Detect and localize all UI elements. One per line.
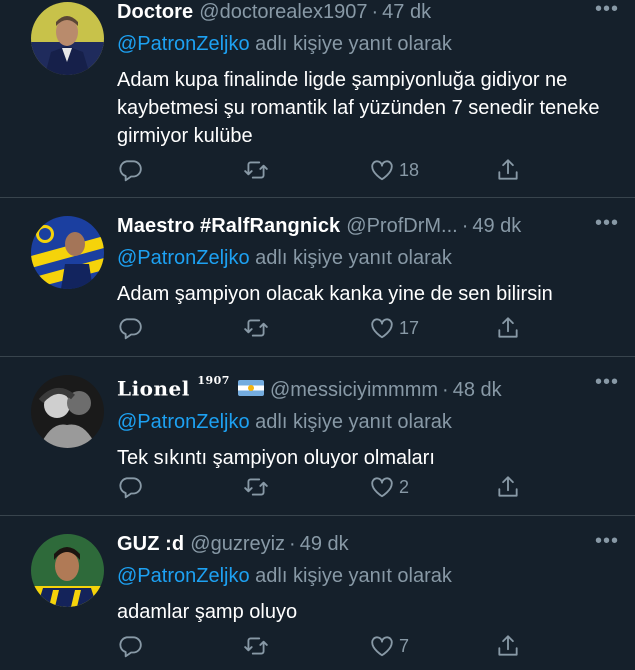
retweet-button[interactable] [243, 633, 269, 659]
timestamp[interactable]: 47 dk [382, 0, 431, 24]
like-button[interactable]: 17 [369, 315, 419, 341]
share-icon [498, 159, 518, 180]
tweet-text: adamlar şamp oluyo [117, 601, 298, 623]
reply-icon [119, 318, 142, 340]
display-name[interactable]: Doctore [117, 0, 193, 24]
reply-icon [119, 477, 142, 499]
share-button[interactable] [495, 633, 521, 659]
retweet-icon [244, 478, 268, 496]
share-button[interactable] [495, 474, 521, 500]
reply-context: @PatronZeljko adlı kişiye yanıt olarak [117, 410, 619, 434]
like-count: 17 [399, 317, 420, 338]
reply-context: @PatronZeljko adlı kişiye yanıt olarak [117, 246, 619, 270]
mention-link[interactable]: @PatronZeljko [117, 247, 250, 269]
reply-button[interactable] [117, 474, 143, 500]
retweet-button[interactable] [243, 315, 269, 341]
reply-button[interactable] [117, 157, 143, 183]
retweet-icon [244, 319, 268, 337]
share-icon [498, 317, 518, 338]
like-count: 2 [399, 476, 410, 497]
tweet-actions: 18 [117, 157, 537, 185]
display-name-superscript: 1907 [197, 374, 230, 387]
display-name[interactable]: GUZ :d [117, 532, 184, 556]
avatar[interactable] [31, 216, 104, 289]
tweet-actions: 7 [117, 633, 537, 661]
tweet-4[interactable]: GUZ :d @guzreyiz · 49 dk ••• @PatronZelj… [0, 516, 635, 670]
avatar[interactable] [31, 534, 104, 607]
tweet-header: Doctore @doctorealex1907 · 47 dk [117, 0, 619, 24]
mention-link[interactable]: @PatronZeljko [117, 33, 250, 55]
tweet-actions: 17 [117, 315, 537, 343]
tweet-header: Maestro #RalfRangnick @ProfDrM... · 49 d… [117, 214, 619, 238]
mention-link[interactable]: @PatronZeljko [117, 411, 250, 433]
share-icon [498, 476, 518, 497]
tweet-text: Adam şampiyon olacak kanka yine de sen b… [117, 283, 553, 305]
tweet-1[interactable]: Doctore @doctorealex1907 · 47 dk ••• @Pa… [0, 0, 635, 197]
heart-icon [371, 636, 393, 657]
tweet-actions: 2 [117, 474, 537, 502]
reply-button[interactable] [117, 633, 143, 659]
more-dots-icon[interactable]: ••• [595, 0, 619, 19]
more-dots-icon[interactable]: ••• [595, 213, 619, 233]
reply-context: @PatronZeljko adlı kişiye yanıt olarak [117, 564, 619, 588]
reply-button[interactable] [117, 315, 143, 341]
user-handle[interactable]: @ProfDrM... [346, 214, 457, 238]
like-count: 7 [399, 635, 410, 656]
reply-prefix: adlı kişiye yanıt olarak [255, 33, 452, 55]
display-name[interactable]: Maestro #RalfRangnick [117, 214, 340, 238]
reply-prefix: adlı kişiye yanıt olarak [255, 247, 452, 269]
separator: · [371, 1, 379, 23]
retweet-button[interactable] [243, 157, 269, 183]
timestamp[interactable]: 49 dk [300, 532, 349, 556]
tweet-text: Adam kupa finalinde ligde şampiyonluğa g… [117, 69, 600, 147]
tweet-3[interactable]: Lionel 1907 @messiciyimmmm · 48 dk ••• @… [0, 357, 635, 515]
like-button[interactable]: 7 [369, 633, 409, 659]
retweet-icon [244, 637, 268, 655]
heart-icon [371, 477, 393, 498]
separator: · [442, 378, 449, 401]
reply-context: @PatronZeljko adlı kişiye yanıt olarak [117, 32, 619, 56]
share-button[interactable] [495, 157, 521, 183]
like-count: 18 [399, 159, 420, 180]
tweet-header: GUZ :d @guzreyiz · 49 dk [117, 532, 619, 556]
retweet-button[interactable] [243, 474, 269, 500]
reply-prefix: adlı kişiye yanıt olarak [255, 565, 452, 587]
reply-icon [119, 636, 142, 658]
timestamp[interactable]: 49 dk [472, 214, 521, 238]
retweet-icon [244, 161, 268, 179]
separator: · [289, 533, 296, 555]
more-dots-icon[interactable]: ••• [595, 372, 619, 392]
tweet-2[interactable]: Maestro #RalfRangnick @ProfDrM... · 49 d… [0, 198, 635, 356]
tweet-text: Tek sıkıntı şampiyon oluyor olmaları [117, 446, 435, 469]
heart-icon [371, 160, 393, 181]
tweet-header: Lionel 1907 @messiciyimmmm · 48 dk [117, 373, 619, 402]
user-handle[interactable]: @guzreyiz [190, 532, 285, 556]
avatar[interactable] [31, 375, 104, 448]
heart-icon [371, 318, 393, 339]
display-name[interactable]: Lionel 1907 [117, 373, 230, 401]
separator: · [461, 215, 469, 237]
argentina-flag-icon [237, 379, 264, 396]
share-button[interactable] [495, 315, 521, 341]
user-handle[interactable]: @messiciyimmmm [270, 378, 438, 402]
like-button[interactable]: 2 [369, 474, 409, 500]
display-name-text: Lionel [117, 376, 190, 401]
avatar[interactable] [31, 2, 104, 75]
more-dots-icon[interactable]: ••• [595, 531, 619, 551]
share-icon [498, 635, 518, 656]
reply-icon [119, 160, 142, 182]
mention-link[interactable]: @PatronZeljko [117, 565, 250, 587]
reply-prefix: adlı kişiye yanıt olarak [255, 410, 452, 433]
like-button[interactable]: 18 [369, 157, 419, 183]
user-handle[interactable]: @doctorealex1907 [199, 0, 367, 24]
timestamp[interactable]: 48 dk [453, 378, 502, 402]
